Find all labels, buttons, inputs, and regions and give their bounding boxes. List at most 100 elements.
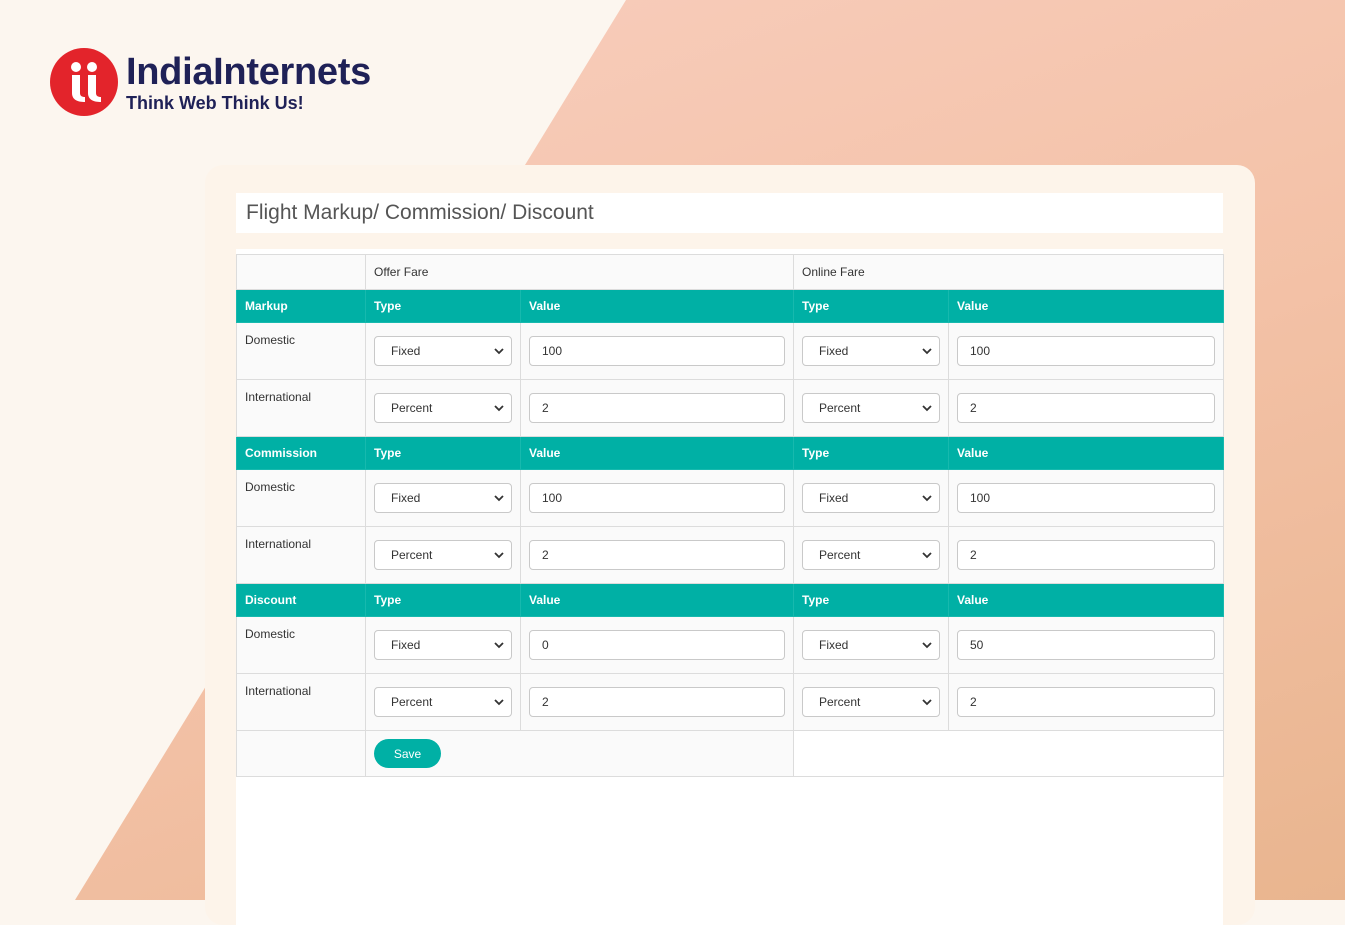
fare-settings-table: Offer Fare Online Fare Markup Type Value Ty… — [236, 254, 1225, 777]
offer-type-cell: Fixed — [365, 616, 521, 674]
save-row: Save — [236, 730, 1225, 777]
chevron-down-icon — [494, 548, 504, 562]
type-select[interactable]: Percent — [374, 540, 512, 570]
type-select-value: Fixed — [391, 638, 421, 652]
chevron-down-icon — [922, 491, 932, 505]
discount-row-domestic: Domestic Fixed 0 Fixed 50 — [236, 616, 1225, 674]
value-column-header: Value — [520, 289, 794, 323]
value-input[interactable]: 2 — [529, 687, 785, 717]
brand-tagline: Think Web Think Us! — [126, 92, 304, 113]
row-label: International — [236, 379, 366, 437]
type-select[interactable]: Percent — [374, 393, 512, 423]
save-button[interactable]: Save — [374, 739, 441, 768]
type-select-value: Percent — [819, 548, 861, 562]
value-input[interactable]: 2 — [529, 393, 785, 423]
type-column-header: Type — [365, 289, 521, 323]
type-select-value: Percent — [819, 401, 861, 415]
value-input[interactable]: 100 — [957, 483, 1216, 513]
online-type-cell: Fixed — [793, 469, 949, 527]
type-select[interactable]: Fixed — [374, 336, 512, 366]
type-select[interactable]: Percent — [374, 687, 512, 717]
chevron-down-icon — [494, 695, 504, 709]
markup-section-label: Markup — [236, 289, 366, 323]
discount-section-label: Discount — [236, 583, 366, 617]
offer-type-cell: Percent — [365, 673, 521, 731]
row-label: Domestic — [236, 616, 366, 674]
chevron-down-icon — [494, 401, 504, 415]
row-label: International — [236, 673, 366, 731]
offer-value-cell: 100 — [520, 469, 794, 527]
offer-type-cell: Fixed — [365, 469, 521, 527]
online-value-cell: 50 — [947, 616, 1225, 674]
type-select[interactable]: Percent — [802, 687, 940, 717]
markup-row-international: International Percent 2 Percent 2 — [236, 379, 1225, 437]
fare-header-row: Offer Fare Online Fare — [236, 254, 1225, 290]
online-type-cell: Fixed — [793, 322, 949, 380]
type-select[interactable]: Fixed — [802, 336, 940, 366]
type-column-header: Type — [793, 583, 949, 617]
fare-settings-form: Offer Fare Online Fare Markup Type Value Ty… — [236, 249, 1225, 925]
commission-section-header: Commission Type Value Type Value — [236, 436, 1225, 470]
type-select[interactable]: Fixed — [374, 630, 512, 660]
settings-panel: Flight Markup/ Commission/ Discount Offe… — [236, 165, 1225, 925]
value-input[interactable]: 2 — [957, 687, 1216, 717]
online-type-cell: Fixed — [793, 616, 949, 674]
chevron-down-icon — [494, 638, 504, 652]
chevron-down-icon — [922, 695, 932, 709]
type-select-value: Percent — [819, 695, 861, 709]
online-value-cell: 2 — [947, 379, 1225, 437]
markup-section-header: Markup Type Value Type Value — [236, 289, 1225, 323]
offer-type-cell: Percent — [365, 526, 521, 584]
commission-section-label: Commission — [236, 436, 366, 470]
chevron-down-icon — [922, 401, 932, 415]
chevron-down-icon — [494, 344, 504, 358]
type-column-header: Type — [793, 289, 949, 323]
online-value-cell: 100 — [947, 469, 1225, 527]
value-input[interactable]: 2 — [957, 393, 1216, 423]
value-input[interactable]: 2 — [529, 540, 785, 570]
commission-row-international: International Percent 2 Percent 2 — [236, 526, 1225, 584]
chevron-down-icon — [494, 491, 504, 505]
markup-row-domestic: Domestic Fixed 100 Fixed 100 — [236, 322, 1225, 380]
content-card: Flight Markup/ Commission/ Discount Offe… — [205, 165, 1255, 925]
online-fare-header: Online Fare — [792, 254, 1225, 290]
value-column-header: Value — [947, 436, 1225, 470]
value-column-header: Value — [947, 583, 1225, 617]
value-input[interactable]: 100 — [529, 336, 785, 366]
online-type-cell: Percent — [793, 673, 949, 731]
online-value-cell: 100 — [947, 322, 1225, 380]
value-input[interactable]: 100 — [957, 336, 1216, 366]
offer-fare-header: Offer Fare — [365, 254, 794, 290]
type-select[interactable]: Fixed — [374, 483, 512, 513]
discount-row-international: International Percent 2 Percent 2 — [236, 673, 1225, 731]
offer-value-cell: 2 — [520, 673, 794, 731]
brand-logo: IndiaInternets Think Web Think Us! — [50, 48, 371, 116]
empty-cell — [236, 730, 366, 777]
value-input[interactable]: 0 — [529, 630, 785, 660]
empty-cell — [792, 730, 1225, 777]
type-select[interactable]: Percent — [802, 393, 940, 423]
type-select-value: Fixed — [819, 344, 849, 358]
online-value-cell: 2 — [947, 673, 1225, 731]
type-select-value: Percent — [391, 695, 433, 709]
chevron-down-icon — [922, 548, 932, 562]
offer-value-cell: 100 — [520, 322, 794, 380]
row-label: Domestic — [236, 469, 366, 527]
value-input[interactable]: 2 — [957, 540, 1216, 570]
page-title: Flight Markup/ Commission/ Discount — [246, 201, 594, 224]
type-select-value: Fixed — [819, 491, 849, 505]
value-input[interactable]: 50 — [957, 630, 1216, 660]
commission-row-domestic: Domestic Fixed 100 Fixed 100 — [236, 469, 1225, 527]
online-value-cell: 2 — [947, 526, 1225, 584]
brand-name: IndiaInternets — [126, 50, 371, 93]
offer-value-cell: 2 — [520, 526, 794, 584]
type-select[interactable]: Percent — [802, 540, 940, 570]
type-select[interactable]: Fixed — [802, 483, 940, 513]
value-input[interactable]: 100 — [529, 483, 785, 513]
type-select-value: Fixed — [391, 344, 421, 358]
offer-type-cell: Fixed — [365, 322, 521, 380]
page-header: Flight Markup/ Commission/ Discount — [236, 193, 1223, 233]
type-select-value: Percent — [391, 548, 433, 562]
value-column-header: Value — [947, 289, 1225, 323]
type-select[interactable]: Fixed — [802, 630, 940, 660]
